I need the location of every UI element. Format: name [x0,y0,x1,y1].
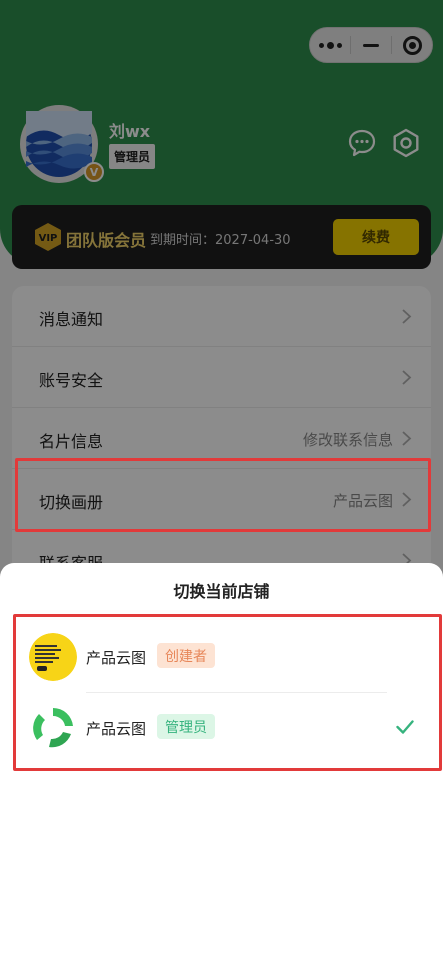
switch-album-highlight [15,458,431,532]
sheet-title: 切换当前店铺 [173,582,270,601]
profile-page: V 刘wx 管理员 VIP 团队版会员 到期时间：2027-04-30 续费 消… [0,0,443,975]
store-list-highlight [13,614,442,771]
